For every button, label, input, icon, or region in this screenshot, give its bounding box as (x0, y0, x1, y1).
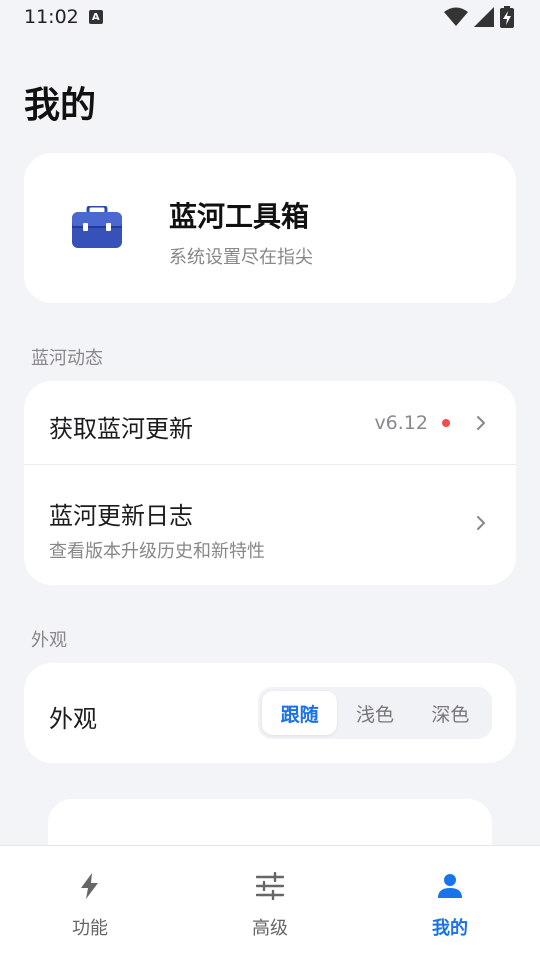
bolt-icon (81, 873, 98, 899)
status-bar: 11:02 A (0, 0, 540, 34)
section-label-appearance: 外观 (31, 630, 67, 651)
theme-option-dark[interactable]: 深色 (413, 691, 488, 735)
battery-charging-icon (500, 6, 514, 28)
version-label: v6.12 (374, 412, 428, 434)
status-left: 11:02 A (24, 6, 103, 28)
toolbox-icon (72, 206, 122, 248)
person-icon (438, 874, 462, 898)
changelog-title: 蓝河更新日志 (49, 502, 193, 530)
chevron-right-icon (477, 416, 485, 430)
page-title: 我的 (24, 85, 97, 126)
nav-label-advanced: 高级 (252, 918, 288, 939)
appearance-card: 外观 跟随 浅色 深色 (24, 663, 516, 763)
nav-label-mine: 我的 (432, 918, 468, 939)
nav-item-advanced[interactable]: 高级 (180, 846, 360, 960)
signal-icon (474, 7, 494, 27)
nav-item-mine[interactable]: 我的 (360, 846, 540, 960)
updates-card: 获取蓝河更新 v6.12 蓝河更新日志 查看版本升级历史和新特性 (24, 381, 516, 585)
get-update-row[interactable]: 获取蓝河更新 v6.12 (24, 381, 516, 465)
nav-item-features[interactable]: 功能 (0, 846, 180, 960)
nav-label-features: 功能 (72, 918, 108, 939)
update-badge-dot (442, 419, 450, 427)
bottom-nav: 功能 高级 我的 (0, 845, 540, 960)
a-icon: A (88, 10, 103, 24)
theme-segmented-control: 跟随 浅色 深色 (258, 687, 492, 739)
section-label-updates: 蓝河动态 (31, 348, 103, 369)
changelog-row[interactable]: 蓝河更新日志 查看版本升级历史和新特性 (24, 466, 516, 585)
chevron-right-icon (477, 516, 485, 530)
theme-option-light[interactable]: 浅色 (337, 691, 412, 735)
get-update-title: 获取蓝河更新 (49, 415, 193, 443)
sliders-icon (256, 872, 284, 900)
status-time: 11:02 (24, 6, 79, 28)
wifi-icon (444, 7, 468, 26)
app-tagline: 系统设置尽在指尖 (169, 247, 313, 268)
status-right (444, 6, 514, 28)
theme-option-follow[interactable]: 跟随 (262, 691, 338, 735)
app-card[interactable]: 蓝河工具箱 系统设置尽在指尖 (24, 153, 516, 303)
appearance-label: 外观 (49, 705, 97, 733)
app-name: 蓝河工具箱 (169, 200, 310, 233)
changelog-subtitle: 查看版本升级历史和新特性 (49, 541, 265, 562)
